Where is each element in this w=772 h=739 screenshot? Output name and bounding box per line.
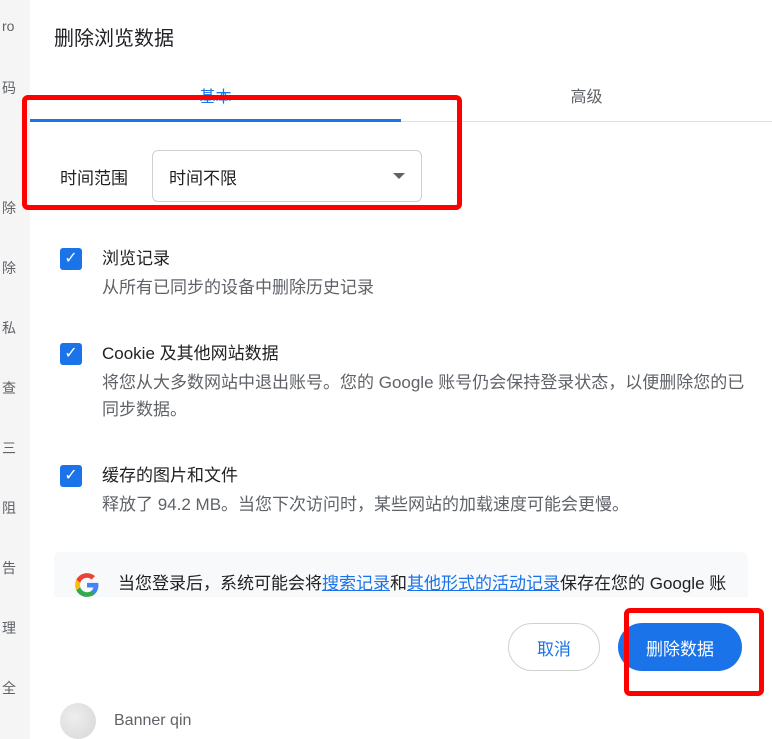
time-range-select[interactable]: 时间不限 (152, 150, 422, 202)
account-name: Banner qin (114, 712, 191, 730)
option-cache: ✓ 缓存的图片和文件 释放了 94.2 MB。当您下次访问时，某些网站的加载速度… (54, 449, 748, 544)
bg-fragment: ro (0, 8, 30, 68)
google-logo-icon (74, 572, 100, 597)
time-range-value: 时间不限 (169, 164, 237, 189)
check-icon: ✓ (64, 346, 77, 362)
time-range-label: 时间范围 (60, 164, 128, 189)
tab-advanced[interactable]: 高级 (401, 69, 772, 121)
background-sidebar: ro 码 除 除 私 查 三 阻 告 理 全 (0, 0, 30, 739)
option-title: Cookie 及其他网站数据 (102, 339, 748, 364)
tab-basic[interactable]: 基本 (30, 69, 401, 121)
checkbox-cache[interactable]: ✓ (60, 465, 82, 487)
option-browsing-history: ✓ 浏览记录 从所有已同步的设备中删除历史记录 (54, 232, 748, 327)
check-icon: ✓ (64, 251, 77, 267)
account-row: Banner qin (30, 697, 772, 739)
option-desc: 将您从大多数网站中退出账号。您的 Google 账号仍会保持登录状态，以便删除您… (102, 370, 748, 423)
bg-fragment: 三 (0, 428, 30, 488)
notice-part: 当您登录后，系统可能会将 (118, 574, 322, 593)
option-text: 缓存的图片和文件 释放了 94.2 MB。当您下次访问时，某些网站的加载速度可能… (102, 461, 748, 518)
dialog-footer: 取消 删除数据 (30, 597, 772, 697)
other-activity-link[interactable]: 其他形式的活动记录 (407, 574, 560, 593)
option-title: 浏览记录 (102, 244, 748, 269)
tab-indicator (30, 119, 401, 122)
bg-fragment: 理 (0, 608, 30, 668)
bg-fragment: 除 (0, 248, 30, 308)
bg-fragment: 告 (0, 548, 30, 608)
option-title: 缓存的图片和文件 (102, 461, 748, 486)
bg-fragment: 查 (0, 368, 30, 428)
bg-fragment: 私 (0, 308, 30, 368)
checkbox-cookies[interactable]: ✓ (60, 343, 82, 365)
checkbox-browsing-history[interactable]: ✓ (60, 248, 82, 270)
bg-fragment: 全 (0, 668, 30, 728)
search-history-link[interactable]: 搜索记录 (322, 574, 390, 593)
time-range-row: 时间范围 时间不限 (54, 122, 748, 232)
chevron-down-icon (393, 173, 405, 179)
google-account-notice: 当您登录后，系统可能会将搜索记录和其他形式的活动记录保存在您的 Google 账… (54, 552, 748, 597)
check-icon: ✓ (64, 468, 77, 484)
bg-fragment (0, 128, 30, 188)
bg-fragment: 码 (0, 68, 30, 128)
option-cookies: ✓ Cookie 及其他网站数据 将您从大多数网站中退出账号。您的 Google… (54, 327, 748, 449)
avatar (60, 703, 96, 739)
option-desc: 从所有已同步的设备中删除历史记录 (102, 275, 748, 301)
notice-text: 当您登录后，系统可能会将搜索记录和其他形式的活动记录保存在您的 Google 账… (118, 570, 728, 597)
option-text: Cookie 及其他网站数据 将您从大多数网站中退出账号。您的 Google 账… (102, 339, 748, 423)
clear-browsing-data-dialog: 删除浏览数据 基本 高级 时间范围 时间不限 ✓ 浏览记录 从所有已同步的设备中… (30, 0, 772, 739)
dialog-content: 时间范围 时间不限 ✓ 浏览记录 从所有已同步的设备中删除历史记录 ✓ Cook… (30, 122, 772, 597)
tabs: 基本 高级 (30, 69, 772, 122)
option-text: 浏览记录 从所有已同步的设备中删除历史记录 (102, 244, 748, 301)
dialog-title: 删除浏览数据 (30, 0, 772, 69)
bg-fragment: 阻 (0, 488, 30, 548)
bg-fragment: 除 (0, 188, 30, 248)
delete-data-button[interactable]: 删除数据 (618, 623, 742, 671)
option-desc: 释放了 94.2 MB。当您下次访问时，某些网站的加载速度可能会更慢。 (102, 492, 748, 518)
notice-part: 和 (390, 574, 407, 593)
cancel-button[interactable]: 取消 (508, 623, 600, 671)
